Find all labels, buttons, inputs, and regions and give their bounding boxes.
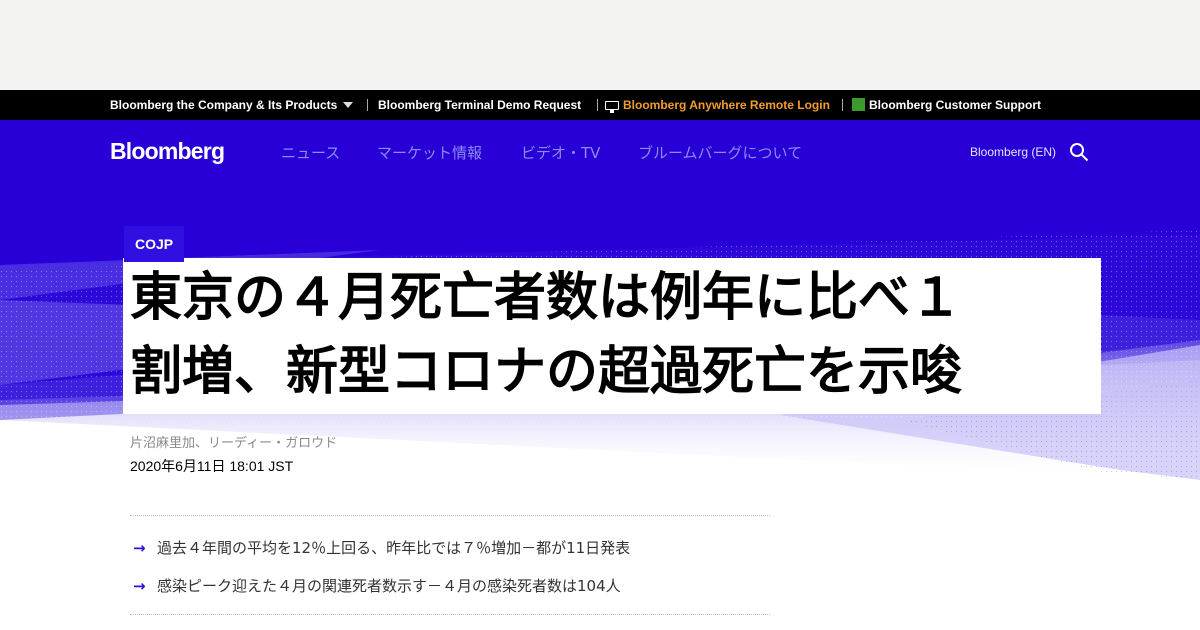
nav-about[interactable]: ブルームバーグについて <box>638 142 802 163</box>
utility-separator <box>842 99 843 111</box>
abstract-item: → 感染ピーク迎えた４月の関連死者数示す－４月の感染死者数は104人 <box>133 575 621 596</box>
ad-slot <box>0 0 1200 90</box>
customer-support-link[interactable]: Bloomberg Customer Support <box>852 90 1041 120</box>
utility-separator <box>597 99 598 111</box>
hero: Bloomberg ニュース マーケット情報 ビデオ・TV ブルームバーグについ… <box>0 120 1200 630</box>
anywhere-login-label: Bloomberg Anywhere Remote Login <box>623 98 830 112</box>
company-products-label: Bloomberg the Company & Its Products <box>110 98 338 112</box>
nav-markets[interactable]: マーケット情報 <box>377 142 482 163</box>
arrow-right-icon: → <box>133 539 146 557</box>
arrow-right-icon: → <box>133 577 146 595</box>
utility-separator <box>367 99 368 111</box>
support-icon <box>852 98 865 111</box>
abstract-divider-bottom <box>130 614 770 615</box>
company-products-menu[interactable]: Bloomberg the Company & Its Products <box>110 90 354 120</box>
abstract-text: 感染ピーク迎えた４月の関連死者数示す－４月の感染死者数は104人 <box>157 577 621 595</box>
abstract-item: → 過去４年間の平均を12％上回る、昨年比では７％増加－都が11日発表 <box>133 537 630 558</box>
publish-date: 2020年6月11日 18:01 JST <box>130 458 294 474</box>
terminal-demo-link[interactable]: Bloomberg Terminal Demo Request <box>378 90 581 120</box>
bloomberg-logo[interactable]: Bloomberg <box>110 138 225 165</box>
abstract-divider-top <box>130 515 770 516</box>
nav-video-tv[interactable]: ビデオ・TV <box>521 142 600 163</box>
headline-line-1: 東京の４月死亡者数は例年に比べ１ <box>130 268 963 328</box>
anywhere-login-link[interactable]: Bloomberg Anywhere Remote Login <box>605 90 830 120</box>
abstract-text: 過去４年間の平均を12％上回る、昨年比では７％増加－都が11日発表 <box>157 539 631 557</box>
search-icon[interactable] <box>1069 142 1089 162</box>
monitor-icon <box>605 101 619 113</box>
edition-switch[interactable]: Bloomberg (EN) <box>970 145 1056 159</box>
section-tag[interactable]: COJP <box>124 226 184 262</box>
headline-line-2: 割増、新型コロナの超過死亡を示唆 <box>130 342 963 402</box>
byline: 片沼麻里加、リーディー・ガロウド <box>130 436 338 451</box>
nav-news[interactable]: ニュース <box>281 142 340 163</box>
customer-support-label: Bloomberg Customer Support <box>869 98 1042 112</box>
caret-down-icon <box>343 102 354 108</box>
utility-bar: Bloomberg the Company & Its Products Blo… <box>0 90 1200 120</box>
